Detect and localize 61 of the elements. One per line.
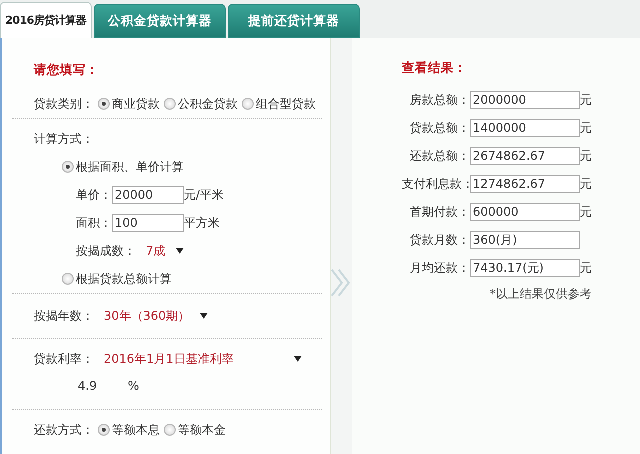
field-label: 首期付款： <box>409 204 470 220</box>
dropdown-value[interactable]: 7成 <box>146 242 166 260</box>
field-label: 面积： <box>76 214 112 232</box>
caret-icon[interactable] <box>176 247 184 255</box>
field-label: 还款总额： <box>409 148 470 164</box>
field-label: 贷款利率： <box>34 350 94 368</box>
result-field[interactable]: 2000000 <box>470 91 580 109</box>
disclaimer-note: *以上结果仅供参考 <box>490 286 593 303</box>
radio-button[interactable] <box>164 98 176 110</box>
chevron-icon <box>331 268 351 298</box>
result-field[interactable]: 2674862.67 <box>470 147 580 165</box>
field-label: 计算方式： <box>34 130 94 148</box>
unit-label: 元 <box>580 260 592 276</box>
field-label: 按揭成数： <box>76 242 136 260</box>
field-label: 支付利息款： <box>402 176 470 192</box>
unit-label: 元/平米 <box>184 186 224 204</box>
unit-label: 元 <box>580 120 592 136</box>
caret-icon[interactable] <box>294 355 302 363</box>
field-label: 单价： <box>76 186 112 204</box>
field-label: 贷款总额： <box>409 120 470 136</box>
input-field[interactable]: 100 <box>112 214 184 232</box>
tab[interactable]: 提前还贷计算器 <box>228 4 360 38</box>
field-label: 贷款月数： <box>409 232 470 248</box>
result-field[interactable]: 1274862.67 <box>470 175 580 193</box>
field-label: 按揭年数： <box>34 308 94 324</box>
rate-value: 4.9 <box>78 379 98 393</box>
radio-button[interactable] <box>98 424 110 436</box>
option-label[interactable]: 等额本息 <box>112 422 160 438</box>
radio-button[interactable] <box>62 161 74 173</box>
field-label: 贷款类别： <box>34 96 94 112</box>
input-field[interactable]: 20000 <box>112 186 184 204</box>
option-label[interactable]: 公积金贷款 <box>178 96 238 112</box>
option-label[interactable]: 商业贷款 <box>112 96 160 112</box>
unit-label: 平方米 <box>184 214 220 232</box>
option-label[interactable]: 等额本金 <box>178 422 226 438</box>
option-label[interactable]: 根据面积、单价计算 <box>76 158 184 176</box>
field-label: 房款总额： <box>409 92 470 108</box>
result-field[interactable]: 7430.17(元) <box>470 259 580 277</box>
result-field[interactable]: 600000 <box>470 203 580 221</box>
unit-label: 元 <box>580 92 592 108</box>
result-field[interactable]: 1400000 <box>470 119 580 137</box>
section-heading: 请您填写： <box>34 60 100 78</box>
option-label[interactable]: 根据贷款总额计算 <box>76 270 172 288</box>
unit-label: 元 <box>580 176 592 192</box>
section-heading: 查看结果： <box>402 58 468 76</box>
dropdown-value[interactable]: 2016年1月1日基准利率 <box>104 350 284 368</box>
tab[interactable]: 2016房贷计算器 <box>0 2 92 38</box>
tab[interactable]: 公积金贷款计算器 <box>94 4 226 38</box>
option-label[interactable]: 组合型贷款 <box>256 96 316 112</box>
unit-label: % <box>128 379 140 393</box>
radio-button[interactable] <box>242 98 254 110</box>
caret-icon[interactable] <box>200 312 208 320</box>
dropdown-value[interactable]: 30年（360期） <box>104 308 190 324</box>
radio-button[interactable] <box>164 424 176 436</box>
field-label: 还款方式： <box>34 422 94 438</box>
radio-button[interactable] <box>98 98 110 110</box>
field-label: 月均还款： <box>409 260 470 276</box>
unit-label: 元 <box>580 204 592 220</box>
radio-button[interactable] <box>62 273 74 285</box>
unit-label: 元 <box>580 148 592 164</box>
result-field[interactable]: 360(月) <box>470 231 580 249</box>
